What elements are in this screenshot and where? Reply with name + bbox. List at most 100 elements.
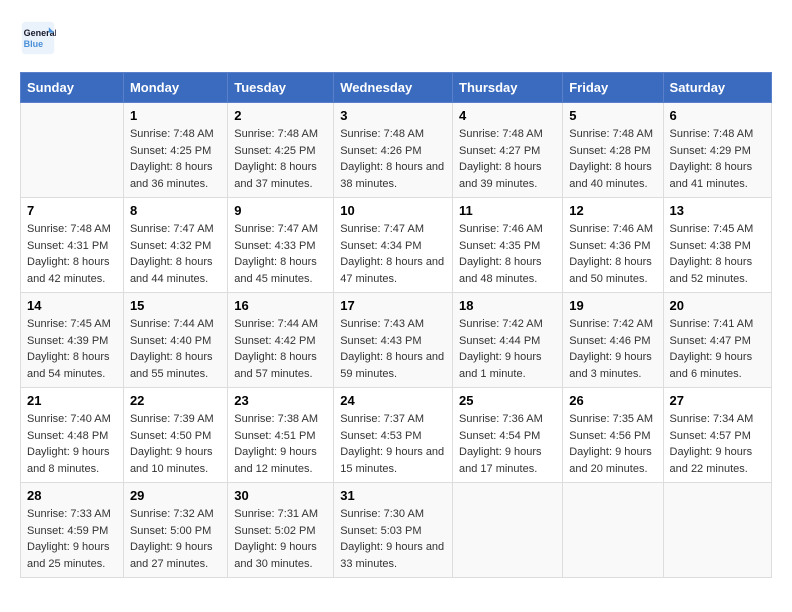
- week-row-4: 28 Sunrise: 7:33 AMSunset: 4:59 PMDayligh…: [21, 483, 772, 578]
- day-cell: [453, 483, 563, 578]
- day-number: 30: [234, 488, 327, 503]
- day-number: 25: [459, 393, 556, 408]
- header-cell-saturday: Saturday: [663, 73, 771, 103]
- day-info: Sunrise: 7:48 AMSunset: 4:25 PMDaylight:…: [130, 126, 221, 192]
- day-number: 19: [569, 298, 656, 313]
- day-info: Sunrise: 7:48 AMSunset: 4:28 PMDaylight:…: [569, 126, 656, 192]
- day-cell: 13 Sunrise: 7:45 AMSunset: 4:38 PMDayligh…: [663, 198, 771, 293]
- day-cell: 3Sunrise: 7:48 AMSunset: 4:26 PMDaylight…: [334, 103, 453, 198]
- day-cell: 11 Sunrise: 7:46 AMSunset: 4:35 PMDayligh…: [453, 198, 563, 293]
- day-cell: 2 Sunrise: 7:48 AMSunset: 4:25 PMDaylight…: [228, 103, 334, 198]
- day-info: Sunrise: 7:33 AMSunset: 4:59 PMDaylight:…: [27, 506, 117, 572]
- day-cell: 12 Sunrise: 7:46 AMSunset: 4:36 PMDayligh…: [563, 198, 663, 293]
- header: General Blue: [20, 20, 772, 56]
- day-number: 6: [670, 108, 765, 123]
- header-cell-thursday: Thursday: [453, 73, 563, 103]
- day-info: Sunrise: 7:42 AMSunset: 4:44 PMDaylight:…: [459, 316, 556, 382]
- day-cell: 4 Sunrise: 7:48 AMSunset: 4:27 PMDaylight…: [453, 103, 563, 198]
- day-cell: 21Sunrise: 7:40 AMSunset: 4:48 PMDayligh…: [21, 388, 124, 483]
- day-number: 22: [130, 393, 221, 408]
- day-cell: 9 Sunrise: 7:47 AMSunset: 4:33 PMDaylight…: [228, 198, 334, 293]
- day-info: Sunrise: 7:37 AMSunset: 4:53 PMDaylight:…: [340, 411, 446, 477]
- header-row: SundayMondayTuesdayWednesdayThursdayFrid…: [21, 73, 772, 103]
- logo-icon: General Blue: [20, 20, 56, 56]
- day-number: 26: [569, 393, 656, 408]
- day-cell: [563, 483, 663, 578]
- day-number: 15: [130, 298, 221, 313]
- day-cell: 14Sunrise: 7:45 AMSunset: 4:39 PMDayligh…: [21, 293, 124, 388]
- day-cell: 6 Sunrise: 7:48 AMSunset: 4:29 PMDaylight…: [663, 103, 771, 198]
- day-cell: 18 Sunrise: 7:42 AMSunset: 4:44 PMDayligh…: [453, 293, 563, 388]
- header-cell-sunday: Sunday: [21, 73, 124, 103]
- day-cell: 7Sunrise: 7:48 AMSunset: 4:31 PMDaylight…: [21, 198, 124, 293]
- day-cell: 25 Sunrise: 7:36 AMSunset: 4:54 PMDayligh…: [453, 388, 563, 483]
- day-number: 9: [234, 203, 327, 218]
- day-cell: 27Sunrise: 7:34 AMSunset: 4:57 PMDayligh…: [663, 388, 771, 483]
- day-info: Sunrise: 7:43 AMSunset: 4:43 PMDaylight:…: [340, 316, 446, 382]
- calendar-table: SundayMondayTuesdayWednesdayThursdayFrid…: [20, 72, 772, 578]
- day-number: 2: [234, 108, 327, 123]
- day-info: Sunrise: 7:44 AMSunset: 4:40 PMDaylight:…: [130, 316, 221, 382]
- day-number: 23: [234, 393, 327, 408]
- day-number: 16: [234, 298, 327, 313]
- day-cell: 8Sunrise: 7:47 AMSunset: 4:32 PMDaylight…: [123, 198, 227, 293]
- day-info: Sunrise: 7:41 AMSunset: 4:47 PMDaylight:…: [670, 316, 765, 382]
- day-info: Sunrise: 7:47 AMSunset: 4:34 PMDaylight:…: [340, 221, 446, 287]
- day-info: Sunrise: 7:45 AMSunset: 4:38 PMDaylight:…: [670, 221, 765, 287]
- day-info: Sunrise: 7:36 AMSunset: 4:54 PMDaylight:…: [459, 411, 556, 477]
- day-info: Sunrise: 7:38 AMSunset: 4:51 PMDaylight:…: [234, 411, 327, 477]
- day-info: Sunrise: 7:42 AMSunset: 4:46 PMDaylight:…: [569, 316, 656, 382]
- day-cell: 20 Sunrise: 7:41 AMSunset: 4:47 PMDayligh…: [663, 293, 771, 388]
- day-info: Sunrise: 7:48 AMSunset: 4:27 PMDaylight:…: [459, 126, 556, 192]
- day-number: 10: [340, 203, 446, 218]
- day-number: 27: [670, 393, 765, 408]
- day-number: 28: [27, 488, 117, 503]
- day-number: 4: [459, 108, 556, 123]
- day-info: Sunrise: 7:44 AMSunset: 4:42 PMDaylight:…: [234, 316, 327, 382]
- day-cell: 19 Sunrise: 7:42 AMSunset: 4:46 PMDayligh…: [563, 293, 663, 388]
- day-cell: 31 Sunrise: 7:30 AMSunset: 5:03 PMDayligh…: [334, 483, 453, 578]
- day-info: Sunrise: 7:31 AMSunset: 5:02 PMDaylight:…: [234, 506, 327, 572]
- day-info: Sunrise: 7:48 AMSunset: 4:25 PMDaylight:…: [234, 126, 327, 192]
- day-number: 17: [340, 298, 446, 313]
- day-info: Sunrise: 7:39 AMSunset: 4:50 PMDaylight:…: [130, 411, 221, 477]
- header-cell-monday: Monday: [123, 73, 227, 103]
- week-row-3: 21Sunrise: 7:40 AMSunset: 4:48 PMDayligh…: [21, 388, 772, 483]
- header-cell-wednesday: Wednesday: [334, 73, 453, 103]
- day-number: 8: [130, 203, 221, 218]
- day-number: 11: [459, 203, 556, 218]
- day-cell: 29Sunrise: 7:32 AMSunset: 5:00 PMDayligh…: [123, 483, 227, 578]
- day-info: Sunrise: 7:48 AMSunset: 4:29 PMDaylight:…: [670, 126, 765, 192]
- day-info: Sunrise: 7:47 AMSunset: 4:33 PMDaylight:…: [234, 221, 327, 287]
- day-cell: 23 Sunrise: 7:38 AMSunset: 4:51 PMDayligh…: [228, 388, 334, 483]
- day-number: 20: [670, 298, 765, 313]
- day-info: Sunrise: 7:48 AMSunset: 4:26 PMDaylight:…: [340, 126, 446, 192]
- day-number: 31: [340, 488, 446, 503]
- day-cell: 1 Sunrise: 7:48 AMSunset: 4:25 PMDaylight…: [123, 103, 227, 198]
- day-info: Sunrise: 7:46 AMSunset: 4:35 PMDaylight:…: [459, 221, 556, 287]
- day-cell: 5 Sunrise: 7:48 AMSunset: 4:28 PMDaylight…: [563, 103, 663, 198]
- day-number: 18: [459, 298, 556, 313]
- week-row-2: 14Sunrise: 7:45 AMSunset: 4:39 PMDayligh…: [21, 293, 772, 388]
- day-cell: 15 Sunrise: 7:44 AMSunset: 4:40 PMDayligh…: [123, 293, 227, 388]
- week-row-1: 7Sunrise: 7:48 AMSunset: 4:31 PMDaylight…: [21, 198, 772, 293]
- day-cell: 24Sunrise: 7:37 AMSunset: 4:53 PMDayligh…: [334, 388, 453, 483]
- week-row-0: 1 Sunrise: 7:48 AMSunset: 4:25 PMDaylight…: [21, 103, 772, 198]
- day-number: 1: [130, 108, 221, 123]
- day-cell: [663, 483, 771, 578]
- day-cell: [21, 103, 124, 198]
- logo: General Blue: [20, 20, 62, 56]
- day-number: 13: [670, 203, 765, 218]
- day-number: 7: [27, 203, 117, 218]
- day-info: Sunrise: 7:45 AMSunset: 4:39 PMDaylight:…: [27, 316, 117, 382]
- day-info: Sunrise: 7:30 AMSunset: 5:03 PMDaylight:…: [340, 506, 446, 572]
- header-cell-tuesday: Tuesday: [228, 73, 334, 103]
- day-cell: 10 Sunrise: 7:47 AMSunset: 4:34 PMDayligh…: [334, 198, 453, 293]
- day-number: 29: [130, 488, 221, 503]
- day-number: 5: [569, 108, 656, 123]
- day-number: 12: [569, 203, 656, 218]
- day-info: Sunrise: 7:40 AMSunset: 4:48 PMDaylight:…: [27, 411, 117, 477]
- day-info: Sunrise: 7:46 AMSunset: 4:36 PMDaylight:…: [569, 221, 656, 287]
- svg-text:Blue: Blue: [24, 39, 44, 49]
- day-cell: 17 Sunrise: 7:43 AMSunset: 4:43 PMDayligh…: [334, 293, 453, 388]
